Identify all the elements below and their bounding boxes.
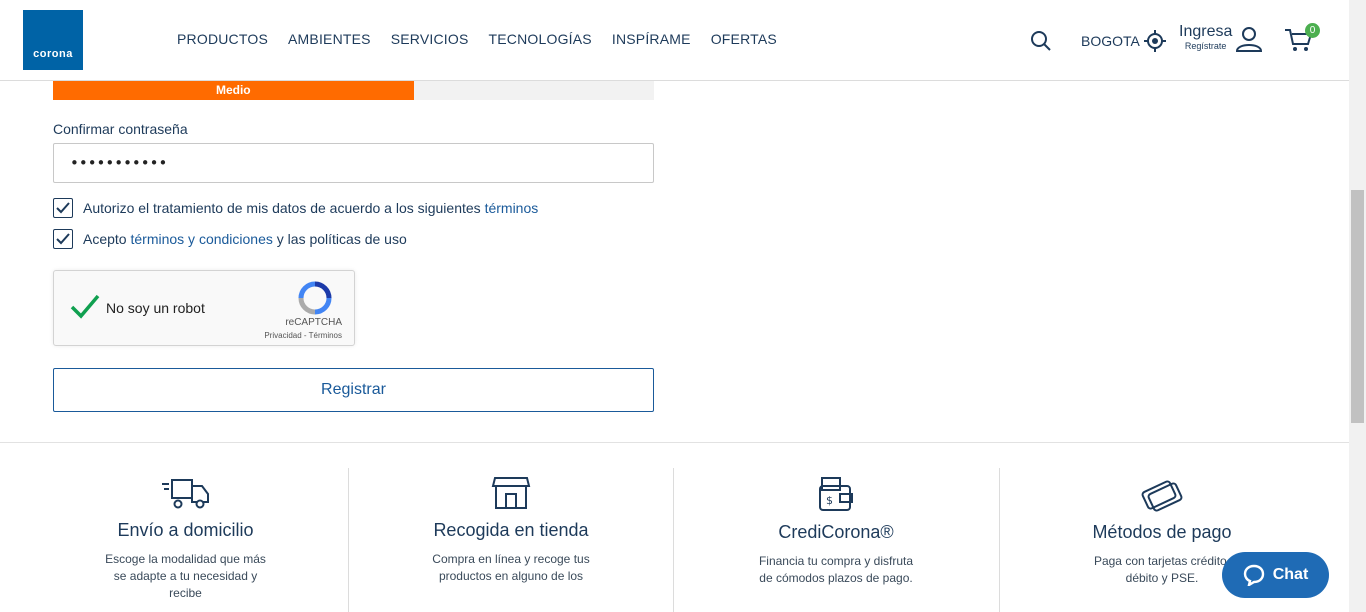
section-divider bbox=[0, 442, 1349, 443]
checkmark-icon bbox=[56, 202, 70, 214]
chat-label: Chat bbox=[1272, 566, 1309, 583]
scrollbar-thumb[interactable] bbox=[1351, 190, 1364, 423]
password-strength-meter: Medio bbox=[53, 80, 654, 100]
terms-accept-checkbox[interactable] bbox=[53, 229, 73, 249]
feature-title: CrediCorona® bbox=[778, 522, 894, 542]
register-button[interactable]: Registrar bbox=[53, 368, 654, 412]
city-selector[interactable]: BOGOTA bbox=[1081, 30, 1166, 52]
confirm-password-label: Confirmar contraseña bbox=[53, 121, 188, 137]
nav-productos[interactable]: PRODUCTOS bbox=[177, 31, 268, 47]
recaptcha-check-icon bbox=[70, 293, 100, 324]
terms-conditions-link[interactable]: términos y condiciones bbox=[130, 231, 272, 247]
user-icon[interactable] bbox=[1235, 26, 1263, 57]
svg-text:$: $ bbox=[826, 494, 833, 507]
confirm-password-input[interactable] bbox=[53, 143, 654, 183]
search-icon[interactable] bbox=[1030, 30, 1052, 57]
terms-accept-text: Acepto términos y condiciones y las polí… bbox=[83, 231, 407, 247]
feature-credicorona: $ CrediCorona® Financia tu compra y disf… bbox=[673, 468, 998, 612]
feature-title: Recogida en tienda bbox=[433, 520, 589, 540]
store-icon bbox=[491, 477, 531, 509]
data-consent-checkbox[interactable] bbox=[53, 198, 73, 218]
cards-icon bbox=[1141, 480, 1183, 512]
chat-bubble-icon bbox=[1243, 564, 1264, 586]
feature-title: Métodos de pago bbox=[1092, 522, 1232, 542]
feature-title: Envío a domicilio bbox=[117, 520, 254, 540]
nav-ambientes[interactable]: AMBIENTES bbox=[288, 31, 371, 47]
recaptcha-label: No soy un robot bbox=[106, 300, 205, 316]
logo-text: corona bbox=[33, 48, 73, 60]
feature-desc: Compra en línea y recoge tus productos e… bbox=[432, 552, 590, 583]
feature-desc: Financia tu compra y disfruta de cómodos… bbox=[758, 554, 914, 585]
terms-accept-row: Acepto términos y condiciones y las polí… bbox=[53, 229, 407, 249]
city-label: BOGOTA bbox=[1081, 33, 1140, 49]
checkmark-icon bbox=[56, 233, 70, 245]
recaptcha-widget[interactable]: No soy un robot reCAPTCHA Privacidad - T… bbox=[53, 270, 355, 346]
main-nav: PRODUCTOS AMBIENTES SERVICIOS TECNOLOGÍA… bbox=[177, 31, 777, 47]
data-consent-row: Autorizo el tratamiento de mis datos de … bbox=[53, 198, 538, 218]
nav-tecnologias[interactable]: TECNOLOGÍAS bbox=[489, 31, 592, 47]
login-link[interactable]: Ingresa Regístrate bbox=[1179, 24, 1232, 51]
chat-button[interactable]: Chat bbox=[1222, 552, 1329, 598]
login-label: Ingresa bbox=[1179, 23, 1233, 40]
strength-fill: Medio bbox=[53, 80, 414, 100]
feature-desc: Escoge la modalidad que más se adapte a … bbox=[105, 552, 266, 600]
recaptcha-logo-icon bbox=[298, 281, 332, 320]
nav-inspirame[interactable]: INSPÍRAME bbox=[612, 31, 691, 47]
cart-count-badge: 0 bbox=[1305, 23, 1320, 38]
feature-store-pickup: Recogida en tienda Compra en línea y rec… bbox=[348, 468, 673, 612]
corona-logo[interactable]: corona bbox=[23, 10, 83, 70]
location-target-icon bbox=[1143, 30, 1166, 52]
nav-servicios[interactable]: SERVICIOS bbox=[391, 31, 469, 47]
wallet-icon: $ bbox=[819, 477, 853, 511]
feature-home-delivery: Envío a domicilio Escoge la modalidad qu… bbox=[23, 468, 348, 612]
register-label: Regístrate bbox=[1184, 41, 1227, 51]
recaptcha-links[interactable]: Privacidad - Términos bbox=[264, 331, 342, 340]
nav-ofertas[interactable]: OFERTAS bbox=[711, 31, 777, 47]
recaptcha-brand: reCAPTCHA bbox=[285, 317, 342, 328]
data-consent-text: Autorizo el tratamiento de mis datos de … bbox=[83, 200, 539, 216]
terms-link[interactable]: términos bbox=[485, 200, 539, 216]
site-header: corona PRODUCTOS AMBIENTES SERVICIOS TEC… bbox=[0, 0, 1349, 81]
truck-icon bbox=[161, 479, 209, 509]
